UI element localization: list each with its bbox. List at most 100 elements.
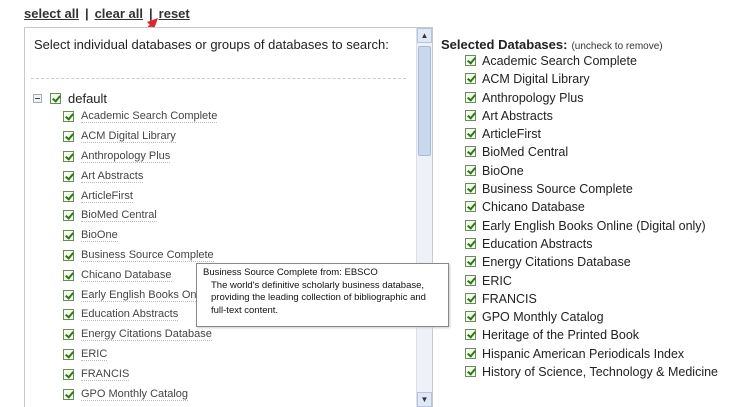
database-checkbox[interactable] — [465, 292, 476, 304]
database-label: Academic Search Complete — [482, 54, 637, 68]
database-checkbox[interactable] — [63, 131, 74, 143]
database-label: ERIC — [81, 347, 108, 361]
database-checkbox[interactable] — [465, 256, 476, 268]
database-label: BioOne — [482, 163, 524, 178]
database-checkbox[interactable] — [63, 388, 74, 400]
database-checkbox[interactable] — [465, 109, 476, 121]
database-checkbox[interactable] — [63, 329, 74, 341]
database-row[interactable]: Academic Search Complete — [63, 107, 408, 127]
selected-heading: Selected Databases: (uncheck to remove) — [441, 37, 663, 52]
selected-database-row[interactable]: Hispanic American Periodicals Index — [441, 345, 731, 363]
selected-databases-panel: Selected Databases: (uncheck to remove) A… — [441, 27, 737, 406]
database-checkbox[interactable] — [63, 111, 74, 123]
database-list: Academic Search Complete ACM Digital Libr… — [33, 107, 408, 404]
scroll-up-icon[interactable]: ▲ — [417, 28, 432, 43]
database-checkbox[interactable] — [63, 368, 74, 380]
database-row[interactable]: ERIC — [63, 345, 408, 365]
database-checkbox[interactable] — [465, 164, 476, 176]
database-row[interactable]: ACM Digital Library — [63, 127, 408, 147]
database-checkbox[interactable] — [63, 230, 74, 242]
database-checkbox[interactable] — [465, 366, 476, 378]
reset-link[interactable]: reset — [159, 6, 190, 21]
selected-database-row[interactable]: Energy Citations Database — [441, 253, 731, 271]
database-label: FRANCIS — [81, 367, 130, 381]
database-checkbox[interactable] — [465, 183, 476, 195]
selected-database-row[interactable]: GPO Monthly Catalog — [441, 308, 731, 326]
database-label: ACM Digital Library — [482, 72, 590, 87]
scroll-thumb[interactable] — [418, 46, 431, 156]
database-checkbox[interactable] — [63, 249, 74, 261]
scroll-down-icon[interactable]: ▼ — [417, 392, 432, 407]
database-picker-panel: Select individual databases or groups of… — [24, 27, 433, 407]
selected-database-row[interactable]: Heritage of the Printed Book — [441, 326, 731, 344]
database-checkbox[interactable] — [465, 347, 476, 359]
database-label: BioMed Central — [81, 209, 157, 223]
database-checkbox[interactable] — [63, 269, 74, 281]
database-row[interactable]: Anthropology Plus — [63, 147, 408, 167]
database-checkbox[interactable] — [465, 91, 476, 103]
tooltip-body: The world's definitive scholarly busines… — [211, 279, 426, 316]
selected-database-row[interactable]: History of Science, Technology & Medicin… — [441, 363, 731, 381]
database-label: GPO Monthly Catalog — [482, 310, 604, 325]
group-checkbox[interactable] — [50, 92, 61, 104]
database-row[interactable]: Art Abstracts — [63, 166, 408, 186]
database-label: Education Abstracts — [482, 236, 593, 251]
database-checkbox[interactable] — [63, 150, 74, 162]
selected-database-row[interactable]: ArticleFirst — [441, 125, 731, 143]
database-checkbox[interactable] — [465, 219, 476, 231]
database-label: Hispanic American Periodicals Index — [482, 346, 685, 361]
selected-list: Academic Search Complete ACM Digital Libr… — [441, 52, 731, 381]
tree-group-default: default — [33, 89, 408, 107]
group-label: default — [68, 90, 108, 106]
database-tooltip: Business Source Complete from: EBSCO The… — [196, 263, 449, 327]
database-label: Energy Citations Database — [81, 328, 212, 342]
database-row[interactable]: FRANCIS — [63, 364, 408, 384]
database-checkbox[interactable] — [63, 309, 74, 321]
database-label: Academic Search Complete — [81, 110, 218, 124]
database-label: Early English Books Online (Digital only… — [482, 218, 706, 233]
selected-database-row[interactable]: FRANCIS — [441, 290, 731, 308]
database-checkbox[interactable] — [465, 329, 476, 341]
selected-database-row[interactable]: BioOne — [441, 162, 731, 180]
database-checkbox[interactable] — [63, 210, 74, 222]
selected-database-row[interactable]: ACM Digital Library — [441, 70, 731, 88]
selected-database-row[interactable]: Anthropology Plus — [441, 89, 731, 107]
selected-database-row[interactable]: ERIC — [441, 272, 731, 290]
selected-database-row[interactable]: Art Abstracts — [441, 107, 731, 125]
database-checkbox[interactable] — [465, 311, 476, 323]
selected-database-row[interactable]: Early English Books Online (Digital only… — [441, 217, 731, 235]
database-checkbox[interactable] — [465, 55, 476, 66]
selected-database-row[interactable]: Business Source Complete — [441, 180, 731, 198]
database-checkbox[interactable] — [465, 201, 476, 213]
database-row[interactable]: ArticleFirst — [63, 186, 408, 206]
database-checkbox[interactable] — [465, 237, 476, 249]
uncheck-hint: (uncheck to remove) — [571, 41, 663, 52]
scrollbar[interactable]: ▲ ▼ — [416, 28, 432, 407]
collapse-icon[interactable] — [33, 93, 42, 103]
database-label: Energy Citations Database — [482, 255, 631, 270]
database-row[interactable]: BioOne — [63, 226, 408, 246]
selected-database-row[interactable]: Chicano Database — [441, 198, 731, 216]
database-checkbox[interactable] — [63, 289, 74, 301]
database-row[interactable]: GPO Monthly Catalog — [63, 384, 408, 404]
database-row[interactable]: BioMed Central — [63, 206, 408, 226]
database-checkbox[interactable] — [465, 73, 476, 85]
database-checkbox[interactable] — [465, 146, 476, 158]
selected-database-row[interactable]: BioMed Central — [441, 143, 731, 161]
database-row[interactable]: Energy Citations Database — [63, 325, 408, 345]
database-checkbox[interactable] — [63, 170, 74, 182]
selected-database-row[interactable]: Academic Search Complete — [441, 52, 731, 70]
database-checkbox[interactable] — [465, 128, 476, 140]
database-label: ACM Digital Library — [81, 130, 176, 144]
selection-toolbar: select all | clear all | reset — [24, 6, 190, 21]
database-checkbox[interactable] — [63, 348, 74, 360]
database-label: Art Abstracts — [81, 169, 144, 183]
database-checkbox[interactable] — [465, 274, 476, 286]
divider — [31, 78, 406, 79]
database-label: Anthropology Plus — [482, 90, 584, 105]
database-label: ArticleFirst — [482, 127, 542, 142]
database-checkbox[interactable] — [63, 190, 74, 202]
selected-database-row[interactable]: Education Abstracts — [441, 235, 731, 253]
database-label: Chicano Database — [81, 268, 172, 282]
select-all-link[interactable]: select all — [24, 6, 79, 21]
